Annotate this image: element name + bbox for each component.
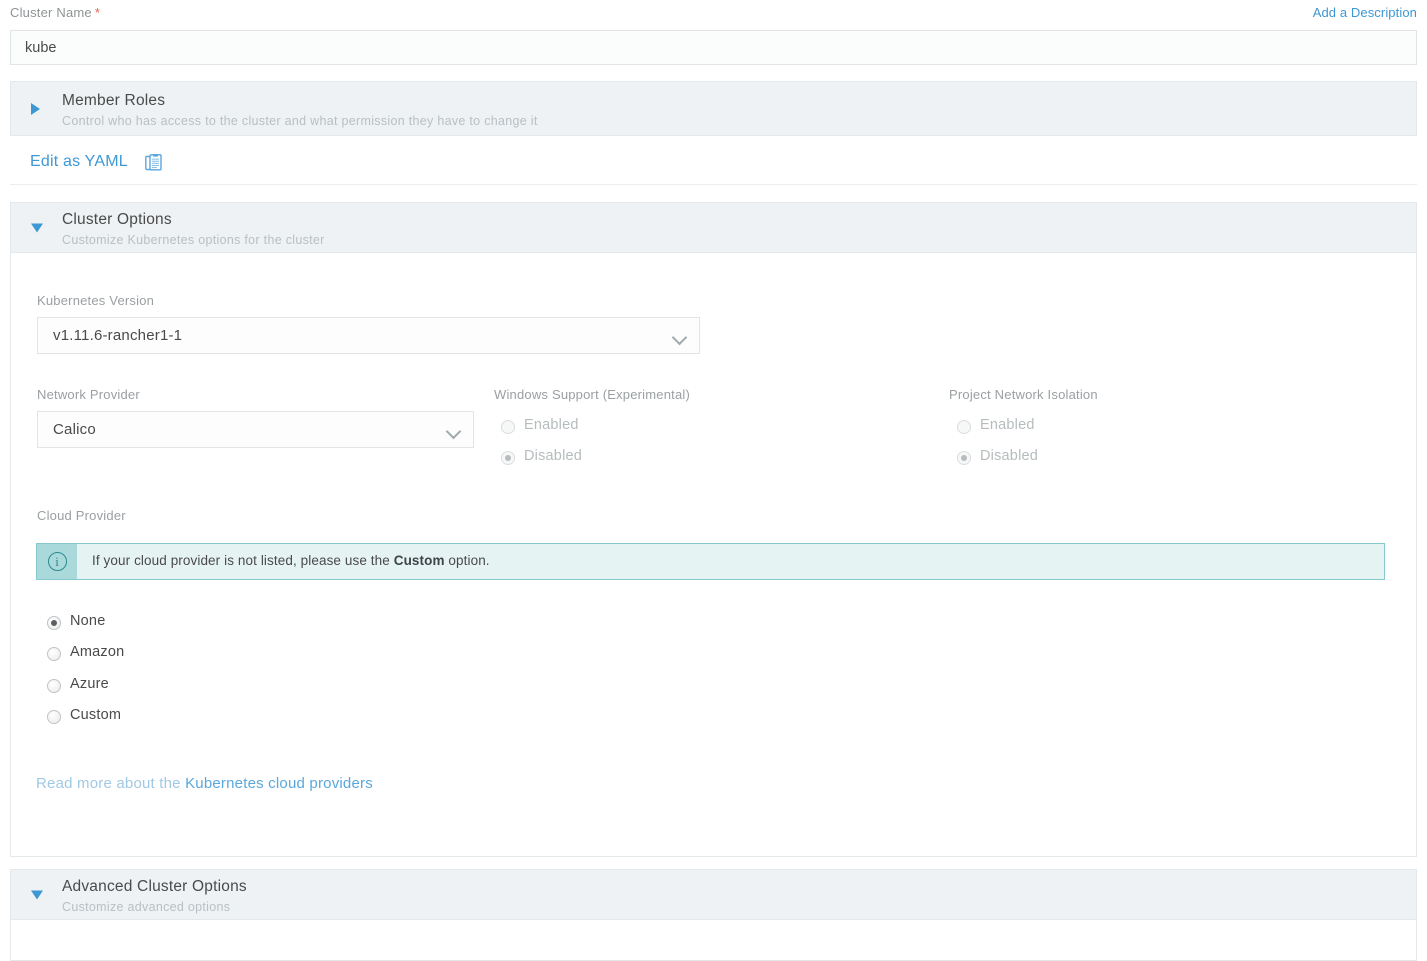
member-roles-title: Member Roles <box>62 92 166 109</box>
cloud-provider-label: Cloud Provider <box>37 508 126 523</box>
kubernetes-version-value: v1.11.6-rancher1-1 <box>53 327 183 344</box>
radio-icon <box>957 420 971 434</box>
cluster-options-section-header[interactable]: Cluster Options Customize Kubernetes opt… <box>10 202 1417 253</box>
advanced-cluster-options-panel <box>10 920 1417 961</box>
member-roles-subtitle: Control who has access to the cluster an… <box>62 114 538 128</box>
cloud-provider-azure-label: Azure <box>70 676 109 692</box>
info-icon-container: i <box>37 544 77 579</box>
kubernetes-version-select[interactable]: v1.11.6-rancher1-1 <box>37 317 700 354</box>
cloud-provider-read-more: Read more about the Kubernetes cloud pro… <box>36 775 373 792</box>
network-provider-select[interactable]: Calico <box>37 411 474 448</box>
caret-right-icon <box>31 102 40 115</box>
windows-support-disabled-label: Disabled <box>524 448 583 464</box>
cluster-configuration-form: Cluster Name* Add a Description Member R… <box>0 0 1427 961</box>
chevron-down-icon <box>445 423 462 440</box>
clipboard-copy-icon[interactable] <box>145 154 163 174</box>
chevron-down-icon <box>671 329 688 346</box>
cluster-options-title: Cluster Options <box>62 211 172 228</box>
windows-support-enabled-label: Enabled <box>524 417 579 433</box>
cloud-provider-amazon-label: Amazon <box>70 644 125 660</box>
radio-icon <box>47 710 61 724</box>
windows-support-label: Windows Support (Experimental) <box>494 387 691 402</box>
advanced-cluster-options-title: Advanced Cluster Options <box>62 878 247 895</box>
cloud-provider-info-text: If your cloud provider is not listed, pl… <box>92 553 490 568</box>
cloud-provider-none-label: None <box>70 613 106 629</box>
info-icon: i <box>47 552 67 571</box>
radio-icon <box>47 679 61 693</box>
required-marker: * <box>94 5 101 20</box>
add-description-link[interactable]: Add a Description <box>1313 5 1417 20</box>
project-network-isolation-label: Project Network Isolation <box>949 387 1098 402</box>
custom-keyword: Custom <box>393 553 445 568</box>
project-network-isolation-disabled-label: Disabled <box>980 448 1039 464</box>
member-roles-section-header[interactable]: Member Roles Control who has access to t… <box>10 81 1417 136</box>
radio-icon <box>47 647 61 661</box>
cluster-name-label: Cluster Name * <box>10 5 101 20</box>
caret-down-icon <box>31 223 43 232</box>
radio-icon <box>501 420 515 434</box>
edit-as-yaml-link[interactable]: Edit as YAML <box>30 153 128 171</box>
advanced-cluster-options-section-header[interactable]: Advanced Cluster Options Customize advan… <box>10 869 1417 920</box>
read-more-prefix: Read more about the <box>36 775 186 792</box>
kubernetes-version-label: Kubernetes Version <box>37 293 155 308</box>
advanced-cluster-options-subtitle: Customize advanced options <box>62 900 231 914</box>
radio-icon <box>47 616 61 630</box>
cloud-provider-custom-label: Custom <box>70 707 122 723</box>
cloud-provider-info-banner: i If your cloud provider is not listed, … <box>36 543 1385 580</box>
radio-icon <box>957 451 971 465</box>
radio-icon <box>501 451 515 465</box>
cluster-options-subtitle: Customize Kubernetes options for the clu… <box>62 233 325 247</box>
project-network-isolation-enabled-label: Enabled <box>980 417 1035 433</box>
kubernetes-cloud-providers-link[interactable]: Kubernetes cloud providers <box>185 775 373 792</box>
network-provider-label: Network Provider <box>37 387 140 402</box>
cluster-name-input[interactable] <box>10 30 1417 65</box>
network-provider-value: Calico <box>53 421 96 438</box>
edit-as-yaml-row: Edit as YAML <box>10 145 1417 185</box>
cluster-name-row: Cluster Name * Add a Description <box>10 5 1417 25</box>
caret-down-icon <box>31 890 43 899</box>
